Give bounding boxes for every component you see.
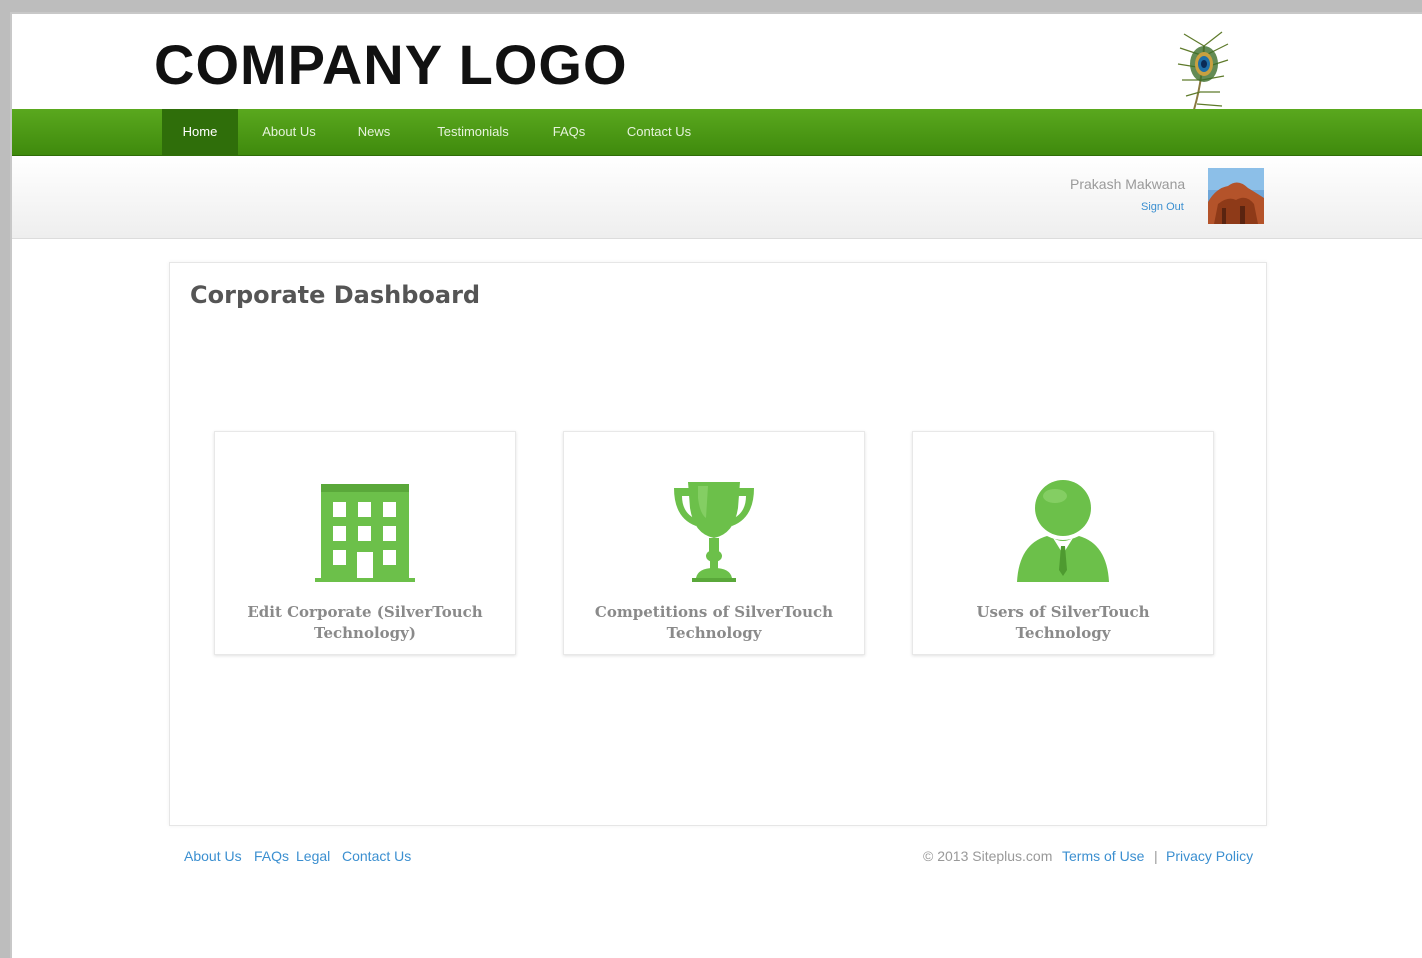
- footer-link-about-us[interactable]: About Us: [184, 848, 242, 864]
- card-label: Competitions of SilverTouch Technology: [594, 603, 834, 642]
- terms-of-use-link[interactable]: Terms of Use: [1062, 848, 1144, 864]
- avatar[interactable]: [1208, 168, 1264, 224]
- user-icon: [1017, 480, 1109, 582]
- footer-separator: |: [1154, 848, 1158, 864]
- footer-link-legal[interactable]: Legal: [296, 848, 330, 864]
- nav-news[interactable]: News: [346, 109, 402, 155]
- nav-contact-us[interactable]: Contact Us: [612, 109, 706, 155]
- company-logo[interactable]: COMPANY LOGO: [154, 34, 628, 96]
- privacy-policy-link[interactable]: Privacy Policy: [1166, 848, 1253, 864]
- peacock-feather-icon: [1177, 31, 1229, 117]
- trophy-icon: [674, 482, 754, 582]
- user-name: Prakash Makwana: [1070, 176, 1186, 192]
- card-label: Edit Corporate (SilverTouch Technology): [247, 603, 483, 642]
- building-icon: [315, 484, 415, 582]
- browser-frame: COMPANY LOGO Home About Us News Testimon…: [10, 12, 1422, 958]
- page-title: Corporate Dashboard: [190, 281, 481, 309]
- page-header: COMPANY LOGO: [12, 14, 1422, 117]
- footer-link-contact-us[interactable]: Contact Us: [342, 848, 411, 864]
- dashboard-panel: Corporate Dashboard Edit Corporate (Silv…: [169, 262, 1267, 826]
- copyright-text: © 2013 Siteplus.com: [923, 848, 1053, 864]
- nav-testimonials[interactable]: Testimonials: [420, 109, 526, 155]
- card-label: Users of SilverTouch Technology: [976, 603, 1150, 642]
- nav-home[interactable]: Home: [162, 109, 238, 155]
- card-competitions[interactable]: Competitions of SilverTouch Technology: [563, 431, 865, 655]
- footer-link-faqs[interactable]: FAQs: [254, 848, 289, 864]
- sign-out-link[interactable]: Sign Out: [1141, 201, 1184, 213]
- nav-faqs[interactable]: FAQs: [542, 109, 596, 155]
- card-edit-corporate[interactable]: Edit Corporate (SilverTouch Technology): [214, 431, 516, 655]
- card-users[interactable]: Users of SilverTouch Technology: [912, 431, 1214, 655]
- main-navbar: Home About Us News Testimonials FAQs Con…: [12, 109, 1422, 156]
- nav-about-us[interactable]: About Us: [248, 109, 330, 155]
